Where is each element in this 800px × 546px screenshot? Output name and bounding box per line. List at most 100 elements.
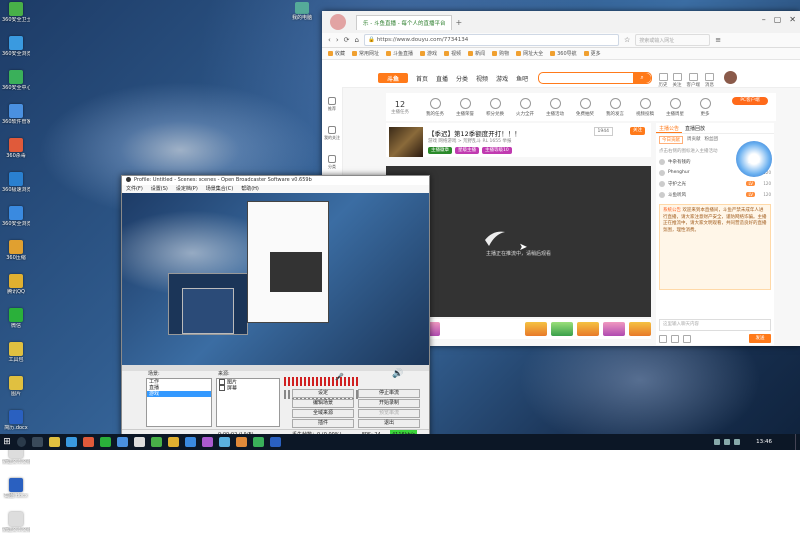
plugins-button[interactable]: 插件 xyxy=(292,419,354,428)
desktop-icon[interactable]: 360压缩 xyxy=(2,240,30,272)
sources-list[interactable]: 图片 屏幕 xyxy=(216,378,280,427)
nav-item[interactable]: 直播 xyxy=(436,74,448,83)
browser-search-box[interactable]: 搜索或输入网址 xyxy=(635,34,711,46)
bookmark-item[interactable]: 收藏 xyxy=(328,50,345,57)
event-badge-icon[interactable]: 主播 xyxy=(736,141,772,177)
gift-item[interactable] xyxy=(629,322,651,336)
desktop-icon[interactable]: 腾讯QQ xyxy=(2,274,30,306)
nav-item[interactable]: 游戏 xyxy=(496,74,508,83)
header-action[interactable]: 关注 xyxy=(673,73,682,88)
bookmark-item[interactable]: 视频 xyxy=(444,50,461,57)
obs-preview[interactable] xyxy=(122,193,429,365)
file-explorer-icon[interactable] xyxy=(49,437,60,447)
tab-today[interactable]: 今日贡献 xyxy=(659,136,683,144)
refresh-icon[interactable]: ⟳ xyxy=(344,36,350,44)
task-item[interactable]: 主播周星 xyxy=(660,98,690,117)
word-taskbar-icon[interactable] xyxy=(270,437,281,447)
task-item[interactable]: 免费抽奖 xyxy=(570,98,600,117)
list-item[interactable]: 守护之光 LV 120 xyxy=(659,178,771,189)
global-source-button[interactable]: 全域来源 xyxy=(292,409,354,418)
new-tab-button[interactable]: + xyxy=(455,18,462,27)
home-icon[interactable]: ⌂ xyxy=(355,36,359,44)
task-item[interactable]: 更多 xyxy=(690,98,720,117)
close-button[interactable]: ✕ xyxy=(789,15,796,24)
header-action[interactable]: 历史 xyxy=(659,73,668,88)
search-icon[interactable]: ⌕ xyxy=(633,73,652,83)
browser-user-avatar[interactable] xyxy=(330,14,346,30)
minimize-button[interactable]: – xyxy=(762,15,766,24)
bookmark-item[interactable]: 更多 xyxy=(583,50,601,57)
app-taskbar-icon[interactable] xyxy=(151,437,162,447)
edit-scene-button[interactable]: 编辑场景 xyxy=(292,399,354,408)
desktop-icon[interactable]: 360杀毒 xyxy=(2,138,30,170)
desktop-icon-my-computer[interactable]: 我的电脑 xyxy=(290,2,314,21)
tab-week[interactable]: 周贡献 xyxy=(687,136,701,144)
task-item[interactable]: 主播活动 xyxy=(540,98,570,117)
desktop-icon[interactable]: 360极速浏览器 xyxy=(2,172,30,204)
list-item[interactable]: 斗鱼听风 LV 120 xyxy=(659,189,771,200)
header-action[interactable]: 客户端 xyxy=(687,73,701,88)
speaker-icon[interactable]: 🔊 xyxy=(392,369,403,379)
streamer-avatar[interactable] xyxy=(389,127,423,157)
scene-item[interactable]: 游戏 xyxy=(147,391,211,397)
scenes-list[interactable]: 工作 直播 游戏 xyxy=(146,378,212,427)
star-icon[interactable]: ☆ xyxy=(624,36,630,44)
app-taskbar-icon[interactable] xyxy=(117,437,128,447)
preview-stream-button[interactable]: 预览串流 xyxy=(358,409,420,418)
network-icon[interactable] xyxy=(714,439,720,445)
show-desktop-button[interactable] xyxy=(795,434,800,450)
menu-item[interactable]: 设定档(P) xyxy=(176,185,198,193)
back-icon[interactable]: ‹ xyxy=(328,36,331,44)
maximize-button[interactable]: ▢ xyxy=(774,15,782,24)
app-taskbar-icon[interactable] xyxy=(202,437,213,447)
task-item[interactable]: 积分兑换 xyxy=(480,98,510,117)
desktop-icon[interactable]: 360安全浏览器 xyxy=(2,206,30,238)
browser-tab-active[interactable]: 乐 - 斗鱼直播 - 每个人的直播平台 xyxy=(356,14,453,30)
follow-button[interactable]: 关注 xyxy=(630,127,645,135)
nav-item[interactable]: 鱼吧 xyxy=(516,74,528,83)
task-item[interactable]: 火力全开 xyxy=(510,98,540,117)
app-taskbar-icon[interactable] xyxy=(253,437,264,447)
header-action[interactable]: 消息 xyxy=(705,73,714,88)
menu-item[interactable]: 帮助(H) xyxy=(241,185,259,193)
wechat-taskbar-icon[interactable] xyxy=(100,437,111,447)
douyu-logo[interactable]: 斗鱼 xyxy=(378,73,408,83)
tab-announcement[interactable]: 主播公告 xyxy=(656,123,683,133)
search-icon[interactable] xyxy=(17,437,26,447)
sidebar-item[interactable]: 分类 xyxy=(328,155,336,170)
desktop-icon[interactable]: 新建文本文档.txt xyxy=(2,512,30,544)
app-taskbar-icon[interactable] xyxy=(236,437,247,447)
start-record-button[interactable]: 开始录制 xyxy=(358,399,420,408)
desktop-icon[interactable]: 360安全中心 xyxy=(2,70,30,102)
tab-fans[interactable]: 粉丝团 xyxy=(705,136,719,144)
sidebar-item[interactable]: 我的关注 xyxy=(324,126,340,141)
menu-item[interactable]: 文件(F) xyxy=(126,185,143,193)
desktop-icon[interactable]: 图片 xyxy=(2,376,30,408)
task-level[interactable]: 12 主播任务 xyxy=(386,100,414,115)
bookmark-item[interactable]: 新闻 xyxy=(468,50,485,57)
gift-icon[interactable] xyxy=(683,335,691,343)
exit-button[interactable]: 退出 xyxy=(358,419,420,428)
bookmark-item[interactable]: 网址大全 xyxy=(516,50,543,57)
gift-item[interactable] xyxy=(525,322,547,336)
desktop-icon[interactable]: 微信 xyxy=(2,308,30,340)
tab-replay[interactable]: 直播回放 xyxy=(682,123,708,133)
gift-item[interactable] xyxy=(551,322,573,336)
obs-taskbar-icon[interactable] xyxy=(134,437,145,447)
pc-client-button[interactable]: PC客户端 xyxy=(732,97,768,105)
desktop-icon[interactable]: 360软件管家 xyxy=(2,104,30,136)
desktop-icon[interactable]: 截图.docx xyxy=(2,478,30,510)
volume-icon[interactable] xyxy=(724,439,730,445)
gift-item[interactable] xyxy=(577,322,599,336)
bookmark-item[interactable]: 常用网址 xyxy=(352,50,379,57)
source-item[interactable]: 屏幕 xyxy=(217,385,279,392)
address-bar[interactable]: 🔒 https://www.douyu.com/7734134 xyxy=(363,34,619,46)
task-item[interactable]: 主播荣誉 xyxy=(450,98,480,117)
settings-button[interactable]: 设定 xyxy=(292,389,354,398)
douyu-search-input[interactable]: ⌕ xyxy=(538,72,653,84)
stop-stream-button[interactable]: 停止串流 xyxy=(358,389,420,398)
mic-icon[interactable]: 🎤 xyxy=(335,373,344,381)
bookmark-item[interactable]: 斗鱼直播 xyxy=(386,50,413,57)
desktop-icon[interactable]: 360安全卫士 xyxy=(2,2,30,34)
nav-item[interactable]: 首页 xyxy=(416,74,428,83)
